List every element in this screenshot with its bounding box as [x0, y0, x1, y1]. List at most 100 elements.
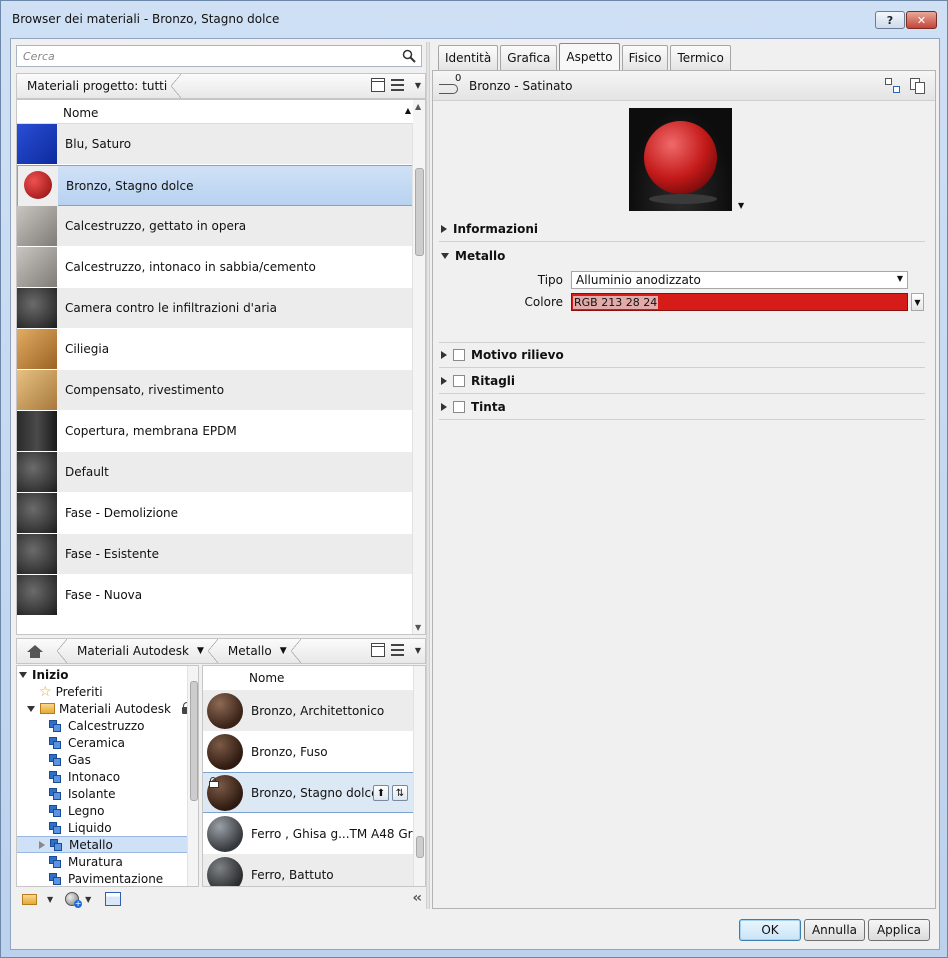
color-swatch-field[interactable]: RGB 213 28 24	[571, 293, 908, 311]
tree-item-category[interactable]: Gas	[17, 751, 198, 768]
replace-asset-icon[interactable]	[885, 78, 900, 93]
chevron-down-icon[interactable]: ▼	[47, 895, 53, 904]
search-icon[interactable]	[402, 49, 416, 66]
scrollbar-thumb[interactable]	[416, 836, 424, 858]
cancel-button[interactable]: Annulla	[804, 919, 865, 941]
tree-item-category[interactable]: Isolante	[17, 785, 198, 802]
duplicate-asset-icon[interactable]	[910, 78, 925, 94]
material-name: Bronzo, Stagno dolce	[66, 178, 194, 193]
library-list-item[interactable]: Ferro, Battuto	[203, 854, 425, 886]
material-list-item[interactable]: Blu, Saturo	[17, 124, 413, 165]
scroll-up-icon[interactable]: ▲	[415, 102, 421, 111]
tree-item-library[interactable]: Materiali Autodesk	[17, 700, 198, 717]
color-options-button[interactable]: ▼	[911, 293, 924, 311]
home-icon[interactable]	[27, 644, 43, 658]
view-options-chevron-icon[interactable]: ▼	[415, 646, 421, 655]
material-list-item[interactable]: Camera contro le infiltrazioni d'aria	[17, 288, 413, 329]
list-view-icon[interactable]	[390, 78, 409, 92]
section-cutouts[interactable]: Ritagli	[439, 369, 925, 394]
relief-checkbox[interactable]	[453, 349, 465, 361]
material-list-scrollbar[interactable]: ▲ ▼	[412, 100, 425, 634]
tree-item-category[interactable]: Metallo	[17, 836, 198, 853]
chevron-down-icon[interactable]: ▼	[197, 646, 204, 656]
library-list-item[interactable]: Bronzo, Fuso	[203, 731, 425, 772]
library-list-item[interactable]: Bronzo, Architettonico	[203, 690, 425, 731]
collapse-arrow-icon[interactable]	[441, 252, 449, 259]
tab-grafica[interactable]: Grafica	[500, 45, 558, 70]
tree-item-category[interactable]: Pavimentazione	[17, 870, 198, 886]
material-list-item[interactable]: Compensato, rivestimento	[17, 370, 413, 411]
expand-arrow-icon[interactable]	[441, 377, 447, 385]
help-button[interactable]: ?	[875, 11, 905, 29]
tint-checkbox[interactable]	[453, 401, 465, 413]
asset-browser-icon[interactable]	[105, 892, 122, 906]
material-list-item[interactable]: Copertura, membrana EPDM	[17, 411, 413, 452]
tab-termico[interactable]: Termico	[670, 45, 731, 70]
collapse-panel-icon[interactable]: ‹‹	[412, 890, 421, 906]
library-list-scrollbar[interactable]	[413, 666, 425, 886]
library-material-name: Ferro , Ghisa g...TM A48 Grado	[251, 826, 426, 841]
scrollbar-thumb[interactable]	[415, 168, 424, 256]
project-filter-crumb[interactable]: Materiali progetto: tutti	[17, 74, 182, 98]
expand-arrow-icon[interactable]	[39, 840, 45, 849]
library-list-item[interactable]: Bronzo, Stagno dolce ⬆ ⇅	[203, 772, 425, 813]
tree-scrollbar[interactable]	[187, 666, 198, 886]
apply-button[interactable]: Applica	[868, 919, 930, 941]
material-list-item[interactable]: Default	[17, 452, 413, 493]
section-relief-label: Motivo rilievo	[471, 348, 564, 362]
material-list-item[interactable]: Fase - Esistente	[17, 534, 413, 575]
preview-options-chevron-icon[interactable]: ▼	[738, 201, 744, 210]
tree-item-root[interactable]: Inizio	[17, 666, 198, 683]
breadcrumb-category[interactable]: Metallo ▼	[218, 639, 301, 663]
tree-item-label: Pavimentazione	[68, 871, 164, 886]
material-list-item[interactable]: Ciliegia	[17, 329, 413, 370]
material-list-item[interactable]: Bronzo, Stagno dolce	[17, 165, 413, 206]
library-list-item[interactable]: Ferro , Ghisa g...TM A48 Grado	[203, 813, 425, 854]
expand-arrow-icon[interactable]	[441, 403, 447, 411]
section-relief[interactable]: Motivo rilievo	[439, 343, 925, 368]
view-options-chevron-icon[interactable]: ▼	[415, 81, 421, 90]
expand-arrow-icon[interactable]	[19, 671, 27, 678]
close-button[interactable]: ✕	[906, 11, 937, 29]
section-metal[interactable]: Metallo	[439, 243, 925, 268]
tab-aspetto[interactable]: Aspetto	[559, 43, 620, 70]
library-list-header[interactable]: Nome	[203, 666, 425, 690]
material-list-header[interactable]: Nome ▲	[17, 100, 413, 124]
tab-fisico[interactable]: Fisico	[621, 45, 669, 70]
ok-button[interactable]: OK	[739, 919, 801, 941]
tree-item-category[interactable]: Intonaco	[17, 768, 198, 785]
material-list-item[interactable]: Calcestruzzo, gettato in opera	[17, 206, 413, 247]
type-select[interactable]: Alluminio anodizzato ▼	[571, 271, 908, 289]
material-list-item[interactable]: Fase - Nuova	[17, 575, 413, 616]
panel-toggle-icon[interactable]	[370, 643, 385, 657]
chevron-down-icon[interactable]: ▼	[897, 274, 903, 283]
tree-item-category[interactable]: Liquido	[17, 819, 198, 836]
scroll-down-icon[interactable]: ▼	[415, 623, 421, 632]
scrollbar-thumb[interactable]	[190, 681, 198, 801]
search-input[interactable]: Cerca	[16, 45, 422, 67]
tree-item-category[interactable]: Calcestruzzo	[17, 717, 198, 734]
new-material-icon[interactable]: +	[65, 892, 83, 908]
list-view-icon[interactable]	[390, 643, 409, 657]
expand-arrow-icon[interactable]	[27, 705, 35, 712]
tree-item-favorites[interactable]: ☆ Preferiti	[17, 683, 198, 700]
panel-splitter[interactable]	[426, 42, 430, 909]
panel-toggle-icon[interactable]	[370, 78, 385, 92]
section-tint[interactable]: Tinta	[439, 395, 925, 420]
tree-item-category[interactable]: Legno	[17, 802, 198, 819]
tree-item-category[interactable]: Muratura	[17, 853, 198, 870]
expand-arrow-icon[interactable]	[441, 351, 447, 359]
add-to-document-icon[interactable]: ⬆	[373, 785, 389, 801]
material-list-item[interactable]: Fase - Demolizione	[17, 493, 413, 534]
tab-identit[interactable]: Identità	[438, 45, 499, 70]
library-folder-icon[interactable]	[22, 893, 37, 905]
cutouts-checkbox[interactable]	[453, 375, 465, 387]
replace-material-icon[interactable]: ⇅	[392, 785, 408, 801]
breadcrumb-library[interactable]: Materiali Autodesk ▼	[67, 639, 218, 663]
material-list-item[interactable]: Calcestruzzo, intonaco in sabbia/cemento	[17, 247, 413, 288]
tree-item-category[interactable]: Ceramica	[17, 734, 198, 751]
chevron-down-icon[interactable]: ▼	[280, 646, 287, 656]
section-info[interactable]: Informazioni	[439, 217, 925, 242]
chevron-down-icon[interactable]: ▼	[85, 895, 91, 904]
expand-arrow-icon[interactable]	[441, 225, 447, 233]
